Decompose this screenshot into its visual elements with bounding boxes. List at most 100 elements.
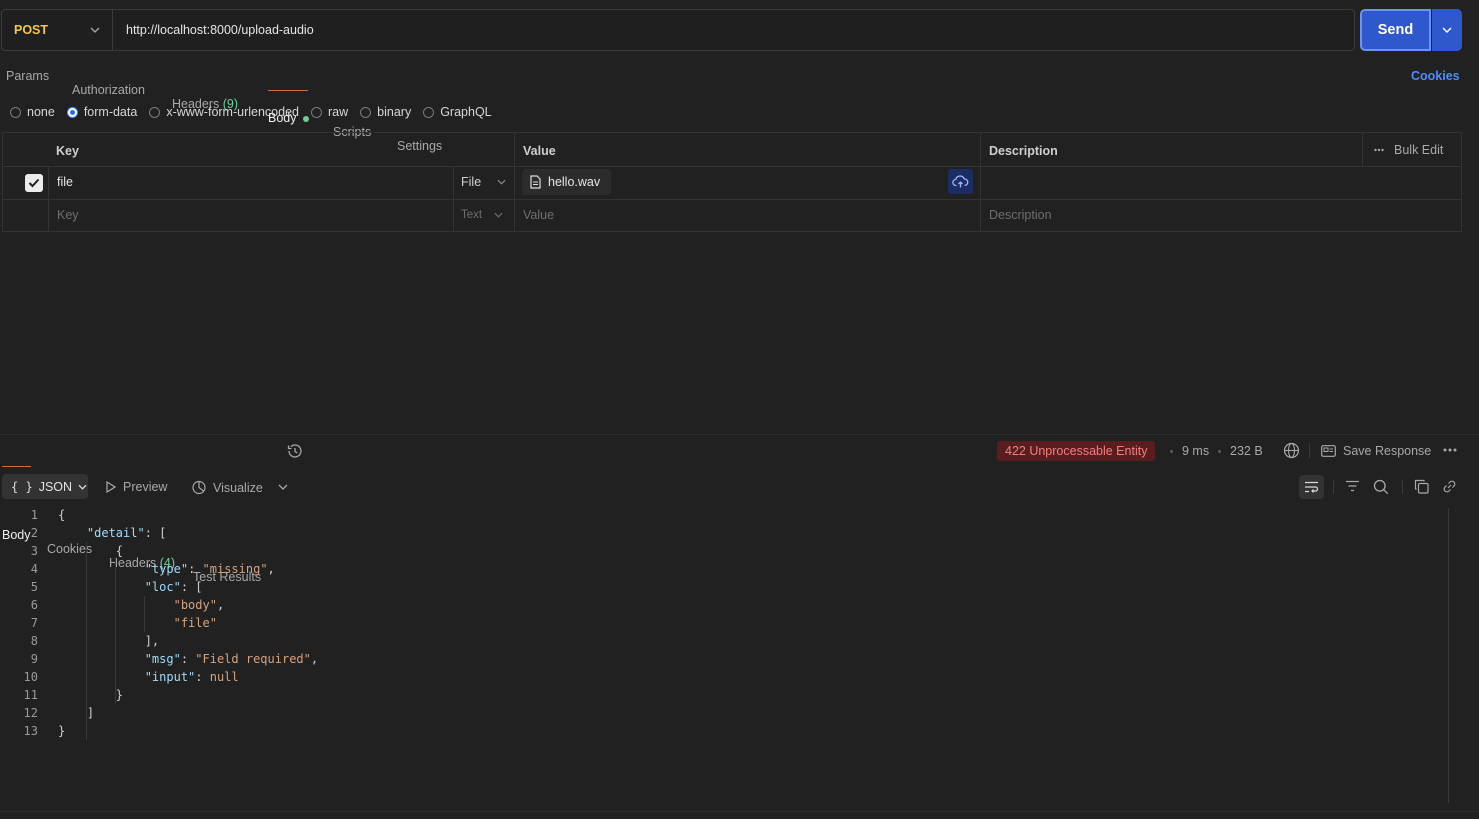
status-bar-divider bbox=[0, 811, 1479, 812]
cloud-upload-icon[interactable] bbox=[948, 169, 973, 194]
radio-icon bbox=[10, 106, 21, 118]
code-line: 3 { bbox=[0, 542, 1448, 560]
divider bbox=[3, 199, 1461, 200]
save-icon bbox=[1321, 445, 1336, 457]
divider bbox=[1362, 133, 1363, 166]
code-text: ], bbox=[58, 634, 160, 648]
code-line: 7 "file" bbox=[0, 614, 1448, 632]
column-header-key: Key bbox=[56, 144, 79, 158]
code-line: 11 } bbox=[0, 686, 1448, 704]
line-number: 7 bbox=[30, 616, 38, 630]
visualize-label: Visualize bbox=[213, 480, 263, 495]
file-name: hello.wav bbox=[548, 175, 601, 189]
radio-form-data[interactable]: form-data bbox=[66, 105, 137, 119]
send-button[interactable]: Send bbox=[1360, 9, 1431, 51]
radio-label: raw bbox=[328, 105, 349, 119]
new-description-input[interactable]: Description bbox=[989, 208, 1052, 222]
code-line: 6 "body", bbox=[0, 596, 1448, 614]
row-enabled-checkbox[interactable] bbox=[25, 174, 43, 192]
line-number: 8 bbox=[30, 634, 38, 648]
code-line: 13} bbox=[0, 722, 1448, 740]
code-text: } bbox=[58, 688, 124, 702]
line-number: 1 bbox=[30, 508, 38, 522]
response-code-viewer[interactable]: 1{ 2 "detail": [ 3 { 4 "type": "missing"… bbox=[0, 506, 1448, 740]
new-key-input[interactable]: Key bbox=[57, 208, 79, 222]
new-type-select[interactable]: Text bbox=[461, 209, 503, 221]
save-response-button[interactable]: Save Response bbox=[1321, 444, 1431, 458]
line-number: 10 bbox=[23, 670, 38, 684]
code-line: 12 ] bbox=[0, 704, 1448, 722]
line-number: 13 bbox=[23, 724, 38, 738]
chevron-down-icon[interactable] bbox=[278, 484, 288, 490]
response-time: 9 ms bbox=[1182, 444, 1210, 458]
url-input[interactable]: http://localhost:8000/upload-audio bbox=[113, 23, 314, 37]
copy-icon[interactable] bbox=[1414, 479, 1429, 494]
indent-guide bbox=[144, 596, 145, 632]
code-text: "file" bbox=[173, 616, 217, 630]
new-type-label: Text bbox=[461, 209, 483, 221]
code-text: "type": "missing", bbox=[144, 562, 275, 576]
braces-icon: { } bbox=[11, 479, 33, 494]
line-number: 12 bbox=[23, 706, 38, 720]
preview-button[interactable]: Preview bbox=[106, 480, 167, 494]
radio-label: x-www-form-urlencoded bbox=[166, 105, 299, 119]
file-icon bbox=[530, 175, 541, 189]
filter-icon[interactable] bbox=[1345, 480, 1360, 492]
radio-urlencoded[interactable]: x-www-form-urlencoded bbox=[149, 105, 299, 119]
method-label: POST bbox=[14, 23, 49, 37]
radio-binary[interactable]: binary bbox=[360, 105, 411, 119]
chevron-down-icon bbox=[494, 212, 503, 218]
wrap-lines-icon[interactable] bbox=[1299, 475, 1324, 499]
body-type-selector: none form-data x-www-form-urlencoded raw… bbox=[10, 105, 504, 119]
chevron-down-icon bbox=[497, 179, 506, 185]
tab-params[interactable]: Params bbox=[6, 69, 1479, 83]
divider bbox=[514, 133, 515, 232]
cookies-link[interactable]: Cookies bbox=[1411, 69, 1460, 83]
play-icon bbox=[106, 481, 116, 493]
code-line: 4 "type": "missing", bbox=[0, 560, 1448, 578]
indent-guide bbox=[86, 542, 87, 740]
search-icon[interactable] bbox=[1373, 479, 1389, 495]
new-value-input[interactable]: Value bbox=[523, 208, 554, 222]
format-select[interactable]: { } JSON bbox=[2, 474, 88, 499]
send-options-button[interactable] bbox=[1432, 9, 1462, 51]
line-number: 2 bbox=[30, 526, 38, 540]
radio-graphql[interactable]: GraphQL bbox=[423, 105, 492, 119]
code-line: 2 "detail": [ bbox=[0, 524, 1448, 542]
radio-none[interactable]: none bbox=[10, 105, 55, 119]
code-text: } bbox=[58, 724, 66, 738]
radio-icon bbox=[149, 106, 161, 118]
response-divider[interactable] bbox=[0, 434, 1479, 435]
code-line: 9 "msg": "Field required", bbox=[0, 650, 1448, 668]
request-bar: POST http://localhost:8000/upload-audio bbox=[1, 9, 1355, 51]
divider bbox=[980, 133, 981, 232]
globe-icon[interactable] bbox=[1283, 442, 1300, 459]
visualize-button[interactable]: Visualize bbox=[191, 480, 263, 495]
method-select[interactable]: POST bbox=[2, 10, 113, 50]
code-text: { bbox=[58, 508, 66, 522]
link-icon[interactable] bbox=[1442, 479, 1457, 494]
column-header-value: Value bbox=[523, 144, 556, 158]
divider bbox=[1402, 480, 1403, 494]
scrollbar[interactable] bbox=[1448, 508, 1449, 803]
row-key-input[interactable]: file bbox=[57, 175, 73, 189]
row-type-select[interactable]: File bbox=[461, 175, 506, 189]
code-text: "loc": [ bbox=[144, 580, 203, 594]
line-number: 4 bbox=[30, 562, 38, 576]
more-options-icon[interactable] bbox=[1443, 448, 1457, 452]
line-number: 6 bbox=[30, 598, 38, 612]
divider bbox=[48, 166, 49, 232]
history-icon[interactable] bbox=[286, 443, 303, 459]
radio-label: none bbox=[27, 105, 55, 119]
code-line: 5 "loc": [ bbox=[0, 578, 1448, 596]
row-type-label: File bbox=[461, 175, 482, 189]
status-badge: 422 Unprocessable Entity bbox=[997, 441, 1156, 461]
radio-icon bbox=[423, 106, 435, 118]
code-line: 1{ bbox=[0, 506, 1448, 524]
radio-raw[interactable]: raw bbox=[311, 105, 348, 119]
divider bbox=[1333, 480, 1334, 494]
line-number: 5 bbox=[30, 580, 38, 594]
bulk-edit-button[interactable]: Bulk Edit bbox=[1374, 143, 1443, 157]
column-header-description: Description bbox=[989, 144, 1058, 158]
file-chip[interactable]: hello.wav bbox=[522, 169, 611, 195]
